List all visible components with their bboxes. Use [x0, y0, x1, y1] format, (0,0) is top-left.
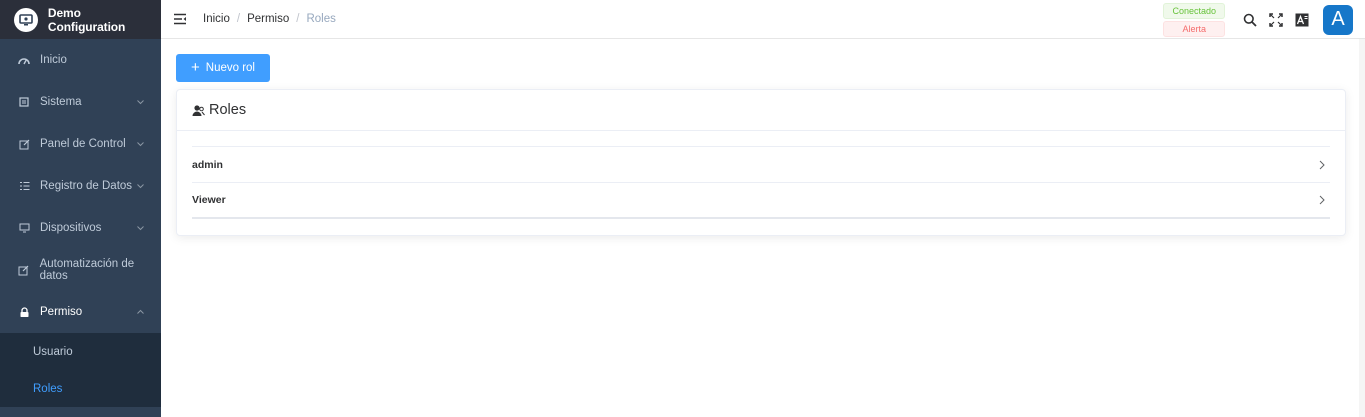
- search-icon[interactable]: [1242, 12, 1258, 28]
- monitor-logo-icon: [14, 7, 38, 32]
- chevron-right-icon: [1319, 160, 1325, 169]
- sidebar-item-label: Permiso: [40, 306, 83, 318]
- sidebar-subitem-usuario[interactable]: Usuario: [0, 333, 161, 370]
- font-size-icon[interactable]: [1294, 12, 1310, 28]
- edit-icon: [18, 138, 30, 150]
- header-actions: Conectado Alerta A: [1163, 0, 1353, 39]
- sidebar-item-label: Sistema: [40, 96, 82, 108]
- sidebar-item-sistema[interactable]: Sistema: [0, 81, 161, 123]
- chevron-down-icon: [137, 100, 144, 105]
- top-header: Inicio / Permiso / Roles Conectado Alert…: [161, 0, 1365, 39]
- sidebar-subitem-roles[interactable]: Roles: [0, 370, 161, 407]
- sidebar-item-label: Automatización de datos: [39, 258, 135, 282]
- breadcrumb-roles: Roles: [306, 13, 336, 25]
- breadcrumb-inicio[interactable]: Inicio: [203, 13, 230, 25]
- device-icon: [18, 222, 30, 234]
- fullscreen-icon[interactable]: [1268, 12, 1284, 28]
- page-scrollbar[interactable]: [1359, 39, 1365, 417]
- user-group-icon: [192, 104, 205, 116]
- sidebar-item-label: Dispositivos: [40, 222, 102, 234]
- sidebar-item-automatizacion[interactable]: Automatización de datos: [0, 249, 161, 291]
- breadcrumb-permiso[interactable]: Permiso: [247, 13, 289, 25]
- new-role-button[interactable]: + Nuevo rol: [176, 54, 270, 82]
- hamburger-menu-icon[interactable]: [173, 12, 187, 26]
- breadcrumb: Inicio / Permiso / Roles: [203, 13, 336, 25]
- status-alert-badge[interactable]: Alerta: [1163, 20, 1225, 37]
- chevron-up-icon: [137, 309, 144, 314]
- list-icon: [18, 180, 30, 192]
- edit-icon: [18, 264, 30, 276]
- card-title: Roles: [209, 102, 247, 118]
- permiso-submenu: Usuario Roles: [0, 333, 161, 407]
- chevron-down-icon: [137, 184, 144, 189]
- status-connected-badge: Conectado: [1163, 2, 1225, 19]
- sidebar-item-label: Panel de Control: [40, 138, 126, 150]
- dashboard-icon: [18, 54, 30, 66]
- status-tags: Conectado Alerta: [1163, 2, 1225, 37]
- role-name: admin: [192, 158, 223, 171]
- sidebar-item-dispositivos[interactable]: Dispositivos: [0, 207, 161, 249]
- app-title: Demo Configuration: [47, 5, 126, 34]
- chevron-right-icon: [1319, 195, 1325, 205]
- role-row-viewer[interactable]: Viewer: [192, 183, 1330, 219]
- role-name: Viewer: [192, 194, 226, 206]
- chevron-down-icon: [137, 226, 144, 231]
- main-content: + Nuevo rol Roles admin Viewer: [161, 40, 1365, 417]
- roles-card-header: Roles: [177, 90, 1345, 131]
- sidebar-item-inicio[interactable]: Inicio: [0, 39, 161, 81]
- lock-icon: [18, 306, 30, 318]
- sidebar-item-label: Inicio: [40, 54, 67, 66]
- system-icon: [18, 96, 30, 108]
- app-logo-bar[interactable]: Demo Configuration: [0, 0, 161, 39]
- user-avatar[interactable]: A: [1323, 4, 1353, 35]
- roles-list: admin Viewer: [192, 146, 1330, 219]
- new-role-button-label: Nuevo rol: [205, 62, 255, 74]
- chevron-down-icon: [137, 142, 144, 147]
- sidebar-item-permiso[interactable]: Permiso: [0, 291, 161, 333]
- breadcrumb-separator: /: [236, 13, 241, 25]
- sidebar-item-registro-datos[interactable]: Registro de Datos: [0, 165, 161, 207]
- roles-card: Roles admin Viewer: [176, 89, 1346, 236]
- breadcrumb-separator: /: [296, 13, 300, 25]
- sidebar-item-label: Registro de Datos: [40, 180, 133, 192]
- sidebar-item-panel-control[interactable]: Panel de Control: [0, 123, 161, 165]
- sidebar: Demo Configuration Inicio Sistema Panel …: [0, 0, 161, 417]
- role-row-admin[interactable]: admin: [192, 147, 1330, 183]
- plus-icon: +: [191, 59, 200, 76]
